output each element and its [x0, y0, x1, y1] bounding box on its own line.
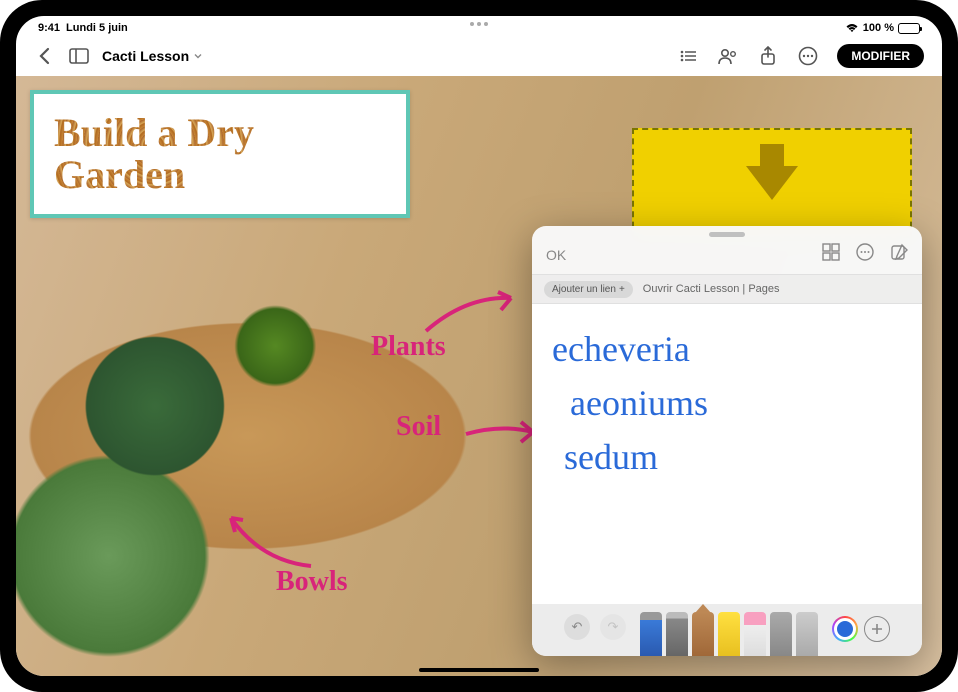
annotation-soil: Soil — [396, 411, 441, 443]
redo-button[interactable]: ↷ — [600, 614, 626, 640]
arrow-down-icon — [746, 166, 798, 200]
edit-button[interactable]: MODIFIER — [837, 44, 924, 68]
highlighter-tool[interactable] — [718, 612, 740, 656]
status-bar: 9:41 Lundi 5 juin 100 % — [16, 16, 942, 36]
home-indicator[interactable] — [419, 668, 539, 672]
note-line-1: echeveria — [552, 322, 902, 376]
share-icon[interactable] — [757, 45, 779, 67]
more-icon[interactable] — [797, 45, 819, 67]
undo-button[interactable]: ↶ — [564, 614, 590, 640]
battery-percent: 100 % — [863, 22, 894, 34]
note-line-3: sedum — [552, 430, 902, 484]
note-line-2: aeoniums — [552, 376, 902, 430]
yellow-arrow-placeholder[interactable] — [632, 128, 912, 238]
annotation-bowls: Bowls — [276, 566, 348, 598]
quicknote-ok-button[interactable]: OK — [546, 247, 566, 263]
add-link-button[interactable]: Ajouter un lien + — [544, 281, 633, 298]
app-toolbar: Cacti Lesson MODIFIER — [16, 36, 942, 76]
markup-toolbar: ↶ ↷ — [532, 604, 922, 656]
quicknote-body[interactable]: echeveria aeoniums sedum — [532, 304, 922, 604]
quick-note-panel: OK Ajouter un lien + Ouvrir Cacti Lesson… — [532, 226, 922, 656]
quicknote-link-bar: Ajouter un lien + Ouvrir Cacti Lesson | … — [532, 274, 922, 304]
doc-title-text: Cacti Lesson — [102, 48, 189, 64]
marker-tool[interactable] — [666, 612, 688, 656]
color-picker[interactable] — [832, 616, 858, 642]
multitask-dots[interactable] — [470, 22, 488, 26]
slide-title: Build a Dry Garden — [54, 112, 386, 196]
plus-icon: + — [619, 284, 625, 295]
quicknote-more-icon[interactable] — [856, 243, 874, 266]
back-button[interactable] — [34, 45, 56, 67]
open-link-button[interactable]: Ouvrir Cacti Lesson | Pages — [643, 283, 780, 295]
wifi-icon — [845, 23, 859, 33]
slide-title-card[interactable]: Build a Dry Garden — [30, 90, 410, 218]
soil-arrow-icon — [461, 414, 541, 454]
document-title[interactable]: Cacti Lesson — [102, 48, 203, 64]
pen-tool[interactable] — [640, 612, 662, 656]
add-shape-button[interactable] — [864, 616, 890, 642]
chevron-down-icon — [193, 51, 203, 61]
ruler-tool[interactable] — [796, 612, 818, 656]
add-link-label: Ajouter un lien — [552, 284, 616, 295]
status-time: 9:41 — [38, 22, 60, 34]
battery-icon — [898, 23, 920, 34]
outline-icon[interactable] — [677, 45, 699, 67]
lasso-tool[interactable] — [770, 612, 792, 656]
eraser-tool[interactable] — [744, 612, 766, 656]
quicknote-compose-icon[interactable] — [890, 243, 908, 266]
sidebar-toggle-icon[interactable] — [68, 45, 90, 67]
notes-grid-icon[interactable] — [822, 243, 840, 266]
annotation-plants: Plants — [371, 331, 446, 363]
status-date: Lundi 5 juin — [66, 22, 128, 34]
slide-canvas[interactable]: Build a Dry Garden Plants Soil Bowls OK — [16, 76, 942, 676]
collaborate-icon[interactable] — [717, 45, 739, 67]
pencil-tool[interactable] — [692, 612, 714, 656]
